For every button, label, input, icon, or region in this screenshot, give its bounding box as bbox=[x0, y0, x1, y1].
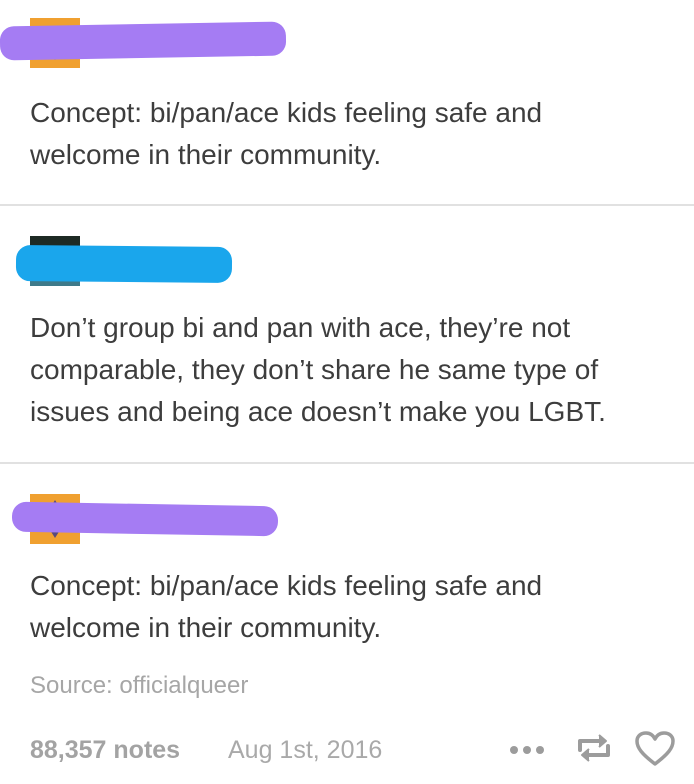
username-redaction bbox=[0, 21, 287, 61]
source-link[interactable]: Source: officialqueer bbox=[30, 668, 248, 704]
post-1: Concept: bi/pan/ace kids feeling safe an… bbox=[0, 0, 694, 205]
heart-icon[interactable] bbox=[634, 730, 676, 768]
post-body: Concept: bi/pan/ace kids feeling safe an… bbox=[30, 97, 543, 170]
post-3: Concept: bi/pan/ace kids feeling safe an… bbox=[0, 464, 694, 664]
reblog-icon[interactable] bbox=[574, 728, 614, 768]
post-body: Don’t group bi and pan with ace, they’re… bbox=[30, 312, 606, 427]
post-date[interactable]: Aug 1st, 2016 bbox=[228, 732, 382, 768]
notes-count[interactable]: 88,357 notes bbox=[30, 732, 180, 768]
post-footer: 88,357 notes Aug 1st, 2016 bbox=[0, 728, 694, 772]
post-body: Concept: bi/pan/ace kids feeling safe an… bbox=[30, 570, 543, 643]
username-redaction bbox=[15, 245, 233, 283]
post-2: Don’t group bi and pan with ace, they’re… bbox=[0, 206, 694, 462]
username-redaction bbox=[11, 501, 279, 537]
more-icon[interactable] bbox=[508, 740, 548, 760]
